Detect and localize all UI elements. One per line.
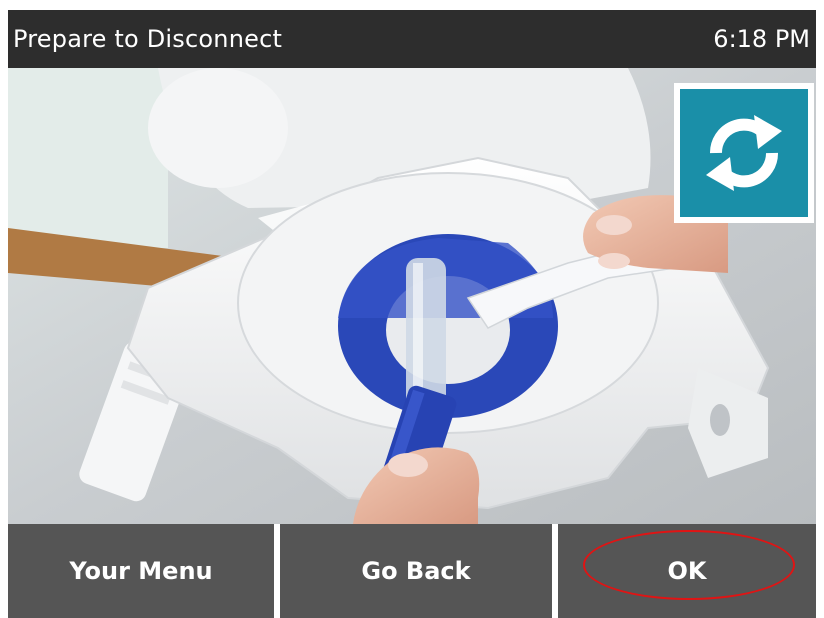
device-screen: Prepare to Disconnect 6:18 PM Your Menu … [8, 10, 816, 618]
refresh-icon [680, 89, 808, 217]
refresh-button[interactable] [674, 83, 814, 223]
page-title: Prepare to Disconnect [13, 25, 283, 53]
ok-button[interactable]: OK [558, 524, 816, 618]
clock: 6:18 PM [713, 25, 810, 53]
your-menu-button[interactable]: Your Menu [8, 524, 274, 618]
bottom-bar: Your Menu Go Back OK [8, 524, 816, 618]
title-bar: Prepare to Disconnect 6:18 PM [8, 10, 816, 68]
go-back-button[interactable]: Go Back [280, 524, 552, 618]
